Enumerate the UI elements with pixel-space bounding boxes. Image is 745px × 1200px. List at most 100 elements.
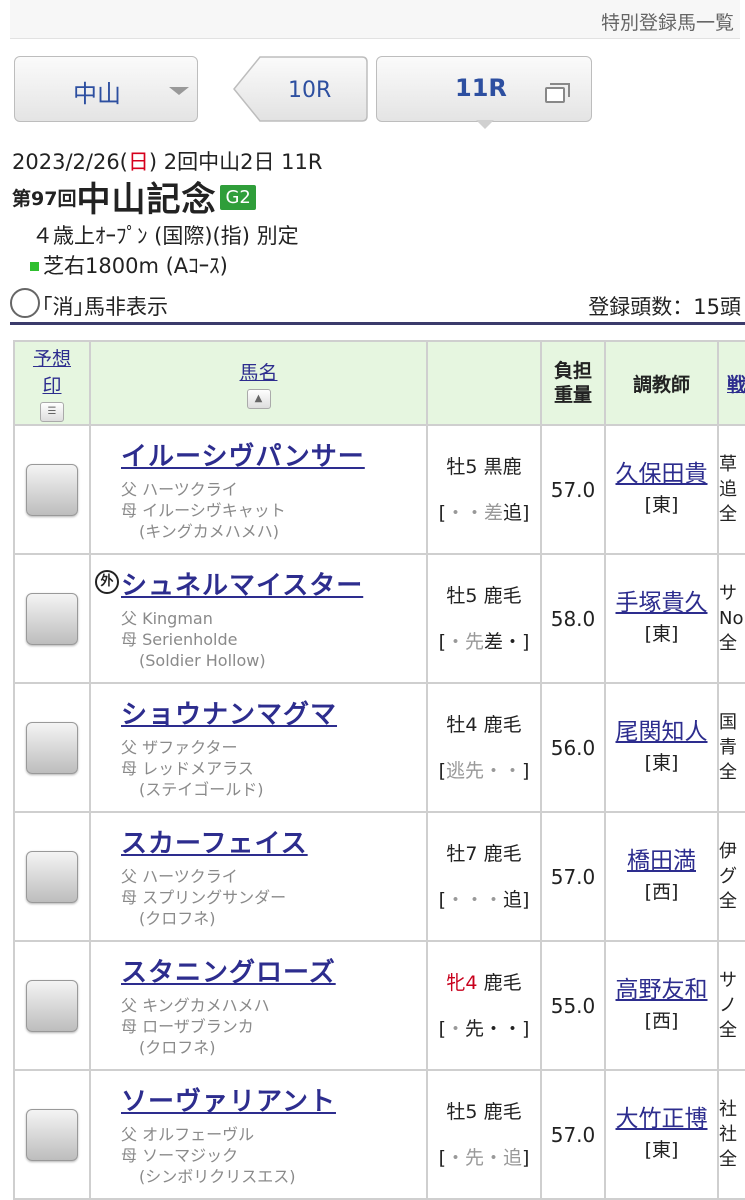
sex-age: 牡5 [446,584,478,607]
trainer-link[interactable]: 高野友和 [616,977,708,1003]
prediction-mark-cell [13,940,91,1071]
trainer-link[interactable]: 手塚貴久 [616,590,708,616]
horse-name-link[interactable]: スカーフェイス [121,823,308,860]
prev-race-button[interactable]: 10R [232,56,368,122]
horse-cell: ソーヴァリアント父 オルフェーヴル母 ソーマジック (シンボリクリスエス) [89,1069,428,1200]
owner-cell: 草追全 [717,424,745,555]
dam-sire: (Soldier Hollow) [139,651,266,670]
current-race-button[interactable]: 11R [376,56,592,122]
venue-label: 中山 [73,80,121,108]
weight-cell: 56.0 [540,682,606,813]
prediction-mark-button[interactable] [26,592,78,645]
mark-header-link[interactable]: 予想印 [33,348,71,397]
hide-scratched-checkbox[interactable] [10,288,40,318]
sex-age-cell: 牝4 鹿毛 [・先・・] [426,940,542,1071]
next-column-header[interactable]: 戦 [717,340,745,426]
owner-cell: 国青全 [717,682,745,813]
race-conditions: ４歳上ｵｰﾌﾟﾝ (国際)(指) 別定 [32,224,299,248]
sire: 父 ザファクター [121,738,238,757]
running-style: [・先・追] [438,1146,530,1169]
horse-cell: ショウナンマグマ父 ザファクター母 レッドメアラス (ステイゴールド) [89,682,428,813]
table-row: スカーフェイス父 ハーツクライ母 スプリングサンダー (クロフネ) 牡7 鹿毛 [・・… [13,811,745,942]
prediction-mark-button[interactable] [26,979,78,1032]
sex-age: 牡5 [446,1100,478,1123]
horse-name-link[interactable]: シュネルマイスター [121,565,363,602]
race-title: 第97回中山記念 G2 [12,172,256,221]
top-bar: 特別登録馬一覧 [10,0,740,39]
weight-cell: 57.0 [540,1069,606,1200]
venue-select[interactable]: 中山 [14,56,198,122]
entry-count: 登録頭数：15頭 [588,295,741,319]
weight-cell: 58.0 [540,553,606,684]
prev-race-label: 10R [288,78,332,103]
running-style: [・先・・] [438,1017,530,1040]
trainer-link[interactable]: 大竹正博 [616,1106,708,1132]
table-header-row: 予想印 ☰ 馬名 ▲ 負担 重量 調教師 戦 [13,340,745,426]
entry-table: 予想印 ☰ 馬名 ▲ 負担 重量 調教師 戦 イルーシヴパンサー父 ハーツクライ母… [13,340,745,1200]
table-row: 外シュネルマイスター父 Kingman 母 Serienholde (Soldier… [13,553,745,684]
dam: 母 Serienholde [121,630,238,649]
pedigree: 父 キングカメハメハ母 ローザブランカ (クロフネ) [121,995,426,1058]
sex-age-cell: 牡4 鹿毛 [逃先・・] [426,682,542,813]
sex-age: 牡4 [446,713,478,736]
pedigree: 父 Kingman 母 Serienholde (Soldier Hollow) [121,608,426,671]
trainer-link[interactable]: 尾関知人 [616,719,708,745]
dam: 母 ソーマジック [121,1146,239,1165]
table-row: ソーヴァリアント父 オルフェーヴル母 ソーマジック (シンボリクリスエス) 牡5 鹿… [13,1069,745,1200]
trainer-link[interactable]: 橋田満 [627,848,696,874]
prediction-mark-cell [13,682,91,813]
horse-name-link[interactable]: スタニングローズ [121,952,336,989]
weight-header: 負担 重量 [540,340,606,426]
dam: 母 ローザブランカ [121,1017,254,1036]
dam-sire: (ステイゴールド) [139,780,264,799]
running-style: [・先差・] [438,630,530,653]
sort-up-icon[interactable]: ▲ [246,388,271,409]
dam-sire: (クロフネ) [139,1038,216,1057]
prediction-mark-button[interactable] [26,1108,78,1161]
info-header [426,340,542,426]
prediction-mark-cell [13,424,91,555]
owner-cell: 伊グ全 [717,811,745,942]
owner-cell: サ No 全 [717,553,745,684]
weekday-sunday: 日 [127,150,149,174]
trainer-region: [東] [644,1139,679,1161]
trainer-link[interactable]: 久保田貴 [616,461,708,487]
dam: 母 スプリングサンダー [121,888,287,907]
dam: 母 レッドメアラス [121,759,254,778]
prediction-mark-button[interactable] [26,463,78,516]
horse-name-header: 馬名 ▲ [89,340,428,426]
menu-icon[interactable]: ☰ [40,402,64,422]
coat-color: 鹿毛 [483,584,522,607]
trainer-region: [東] [644,623,679,645]
horse-cell: イルーシヴパンサー父 ハーツクライ母 イルーシヴキャット (キングカメハメハ) [89,424,428,555]
turf-square-icon [30,262,39,271]
sex-age-cell: 牡7 鹿毛 [・・・追] [426,811,542,942]
sex-age: 牝4 [446,971,478,994]
race-course: 芝右1800m (Aｺｰｽ) [30,250,228,280]
coat-color: 鹿毛 [483,713,522,736]
hide-scratched-label: ｢消｣馬非表示 [42,295,168,319]
weight-cell: 57.0 [540,424,606,555]
running-style: [・・・追] [438,888,530,911]
horse-cell: スタニングローズ父 キングカメハメハ母 ローザブランカ (クロフネ) [89,940,428,1071]
prediction-mark-button[interactable] [26,721,78,774]
foreign-bred-icon: 外 [95,570,119,594]
horse-name-link[interactable]: ショウナンマグマ [121,694,337,731]
pedigree: 父 オルフェーヴル母 ソーマジック (シンボリクリスエス) [121,1124,426,1187]
divider [10,322,745,325]
sex-age-cell: 牡5 黒鹿 [・・差追] [426,424,542,555]
running-style: [・・差追] [438,501,530,524]
special-entry-list-link[interactable]: 特別登録馬一覧 [601,8,734,35]
horse-name-link[interactable]: イルーシヴパンサー [121,436,365,473]
prediction-mark-button[interactable] [26,850,78,903]
horse-name-sort-link[interactable]: 馬名 [239,362,277,384]
current-pointer [476,120,494,129]
trainer-cell: 高野友和 [西] [604,940,719,1071]
horse-name-link[interactable]: ソーヴァリアント [121,1081,336,1118]
prediction-mark-cell [13,553,91,684]
prediction-mark-cell [13,1069,91,1200]
dam-sire: (シンボリクリスエス) [139,1167,296,1186]
coat-color: 鹿毛 [483,1100,522,1123]
dam-sire: (クロフネ) [139,909,216,928]
sex-age: 牡5 [446,455,478,478]
